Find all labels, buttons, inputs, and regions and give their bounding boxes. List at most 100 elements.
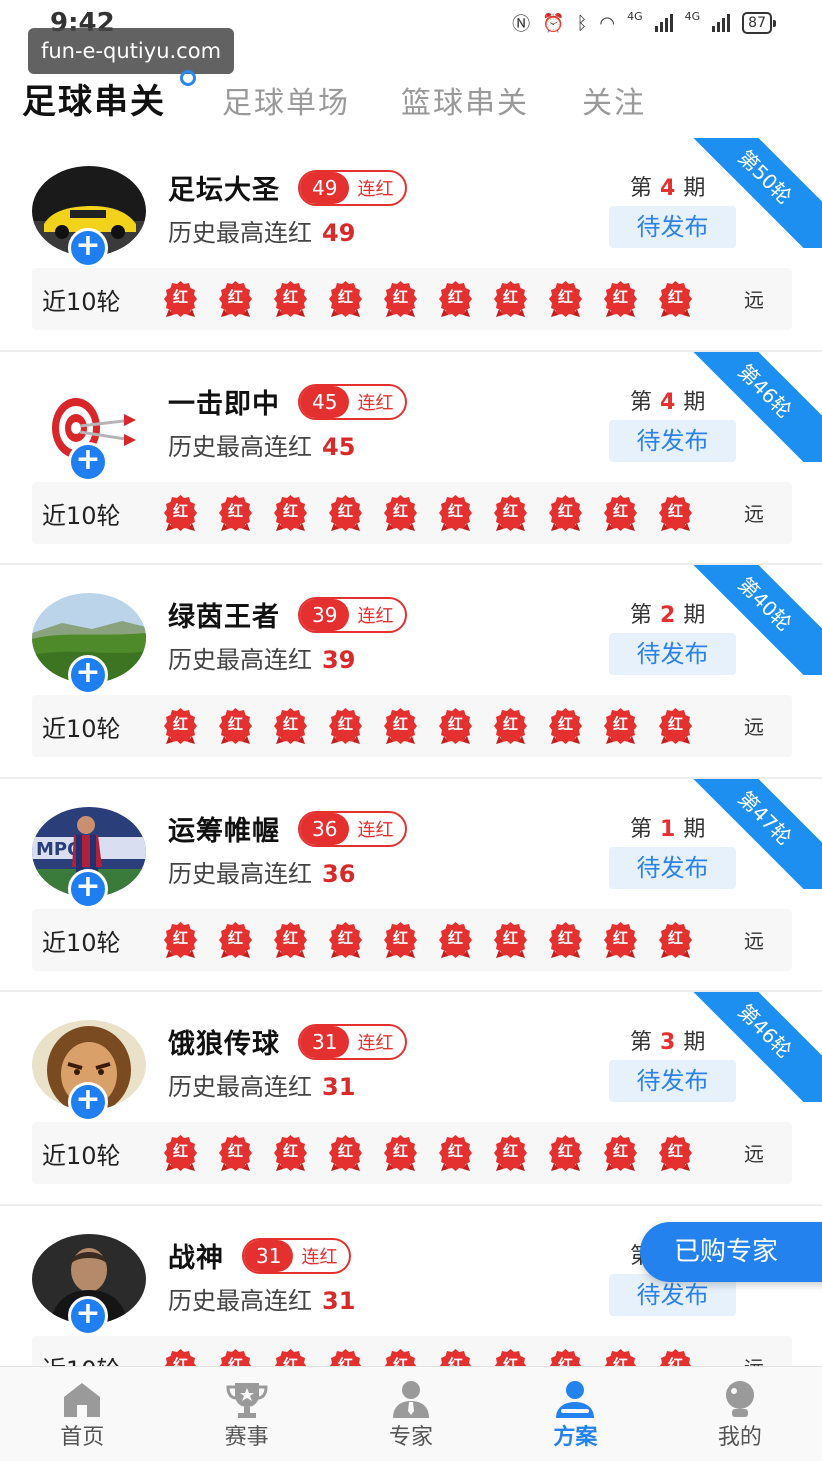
issue-value: 3: [660, 1030, 676, 1055]
tab-football-single[interactable]: 足球单场: [222, 78, 350, 122]
nav-label: 赛事: [224, 1425, 269, 1450]
result-red-badge: 红: [492, 707, 529, 745]
result-red-badge: 红: [382, 280, 419, 318]
result-red-badge: 红: [437, 280, 474, 318]
streak-badge: 45 连红: [298, 383, 408, 420]
follow-plus-button[interactable]: +: [68, 228, 108, 268]
result-red-badge: 红: [217, 707, 254, 745]
battery-icon: 87: [742, 12, 776, 34]
result-red-badge: 红: [602, 921, 639, 959]
nav-label: 专家: [389, 1425, 434, 1450]
recent-results: 红红红红红红红红红红: [162, 921, 694, 959]
result-label: 红: [557, 501, 573, 520]
round-ribbon-wrap: 第40轮: [692, 565, 822, 675]
streak-badge: 39 连红: [298, 597, 408, 633]
round-ribbon: 第46轮: [692, 992, 822, 1102]
result-label: 红: [667, 501, 683, 520]
result-label: 红: [612, 501, 628, 520]
result-red-badge: 红: [657, 494, 694, 532]
recent-rounds-row: 近10轮 红 红 红 红 红 红 红 红 红 红 远: [32, 695, 792, 757]
issue-prefix: 第: [630, 176, 653, 201]
result-red-badge: 红: [272, 707, 309, 745]
recent-rounds-row: 近10轮 红 红 红 红 红 红 红 红 红 红 远: [32, 908, 792, 971]
history-label: 历史最高连红: [168, 1286, 312, 1315]
result-label: 红: [337, 501, 353, 520]
result-red-badge: 红: [162, 280, 199, 318]
round-ribbon-wrap: 第47轮: [692, 778, 822, 889]
wifi-icon: ◠: [599, 12, 616, 34]
follow-plus-button[interactable]: +: [68, 1082, 108, 1122]
recent-rounds-row: 近10轮 红 红 红 红 红 红 红 红 红 红 远: [32, 481, 792, 544]
result-label: 红: [337, 928, 353, 947]
tab-basketball-parlay[interactable]: 篮球串关: [401, 78, 529, 122]
issue-prefix: 第: [630, 389, 653, 415]
round-ribbon-wrap: 第46轮: [692, 351, 822, 462]
expert-name: 战神: [168, 1242, 224, 1274]
expert-card[interactable]: + 一击即中 45 连红 历史最高连红 45 第 4 期待发布 第46轮 近10轮红红红红红红红红红…: [0, 351, 822, 565]
result-label: 红: [502, 288, 518, 306]
result-label: 红: [282, 715, 298, 733]
result-label: 红: [557, 928, 573, 947]
nav-experts[interactable]: 专家: [329, 1367, 493, 1461]
expert-card[interactable]: + 足坛大圣 49 连红 历史最高连红 49 第 4 期待发布 第50轮 近10轮红红红红红红红红红…: [0, 138, 822, 352]
result-red-badge: 红: [162, 921, 199, 959]
round-ribbon: 第47轮: [692, 778, 822, 889]
result-red-badge: 红: [272, 1134, 309, 1172]
tab-football-parlay[interactable]: 足球串关: [22, 74, 166, 123]
result-red-badge: 红: [272, 494, 309, 532]
result-label: 红: [172, 928, 188, 947]
far-label: 远: [744, 1142, 764, 1166]
history-label: 历史最高连红: [168, 219, 312, 247]
result-red-badge: 红: [382, 1134, 419, 1172]
result-red-badge: 红: [437, 494, 474, 532]
result-red-badge: 红: [657, 707, 694, 745]
result-label: 红: [392, 288, 408, 306]
expert-card[interactable]: + 饿狼传球 31 连红 历史最高连红 31 第 3 期待发布 第46轮 近10轮红红红红红红红红红…: [0, 992, 822, 1206]
follow-plus-button[interactable]: +: [68, 655, 108, 695]
far-label: 远: [744, 928, 764, 953]
result-label: 红: [172, 501, 188, 520]
round-ribbon: 第40轮: [692, 565, 822, 675]
expert-card[interactable]: + 绿茵王者 39 连红 历史最高连红 39 第 2 期待发布 第40轮 近10轮红红红红红红红红红…: [0, 565, 822, 779]
result-label: 红: [502, 1142, 518, 1160]
result-label: 红: [282, 1142, 298, 1160]
nav-profile[interactable]: 我的: [658, 1367, 822, 1461]
far-label: 远: [744, 501, 764, 526]
expert-card[interactable]: MPOA + 运筹帷幄 36 连红 历史最高连红 36 第 1 期待发布 第47轮 近10轮红红红红红…: [0, 778, 822, 992]
nav-plans[interactable]: 方案: [493, 1367, 657, 1461]
expert-name: 足坛大圣: [168, 175, 280, 206]
recent-results: 红红红红红红红红红红: [162, 494, 694, 532]
history-value: 36: [322, 859, 356, 888]
plan-icon: [556, 1381, 595, 1418]
purchased-experts-button[interactable]: 已购专家: [640, 1222, 822, 1282]
nav-home[interactable]: 首页: [0, 1367, 164, 1461]
result-red-badge: 红: [162, 707, 199, 745]
round-ribbon-wrap: 第46轮: [692, 992, 822, 1102]
streak-count: 39: [300, 599, 350, 631]
nav-events[interactable]: 赛事: [164, 1367, 328, 1461]
streak-badge: 36 连红: [298, 810, 408, 847]
result-label: 红: [392, 928, 408, 947]
follow-plus-button[interactable]: +: [68, 868, 108, 909]
round-ribbon-wrap: 第50轮: [692, 138, 822, 248]
result-label: 红: [557, 288, 573, 306]
follow-plus-button[interactable]: +: [68, 1295, 108, 1336]
result-red-badge: 红: [547, 280, 584, 318]
history-value: 31: [322, 1073, 356, 1101]
result-red-badge: 红: [217, 280, 254, 318]
streak-badge: 31 连红: [242, 1237, 352, 1274]
streak-count: 36: [300, 812, 350, 845]
result-red-badge: 红: [162, 1134, 199, 1172]
streak-count: 31: [244, 1239, 294, 1272]
expert-name: 绿茵王者: [168, 602, 280, 633]
result-label: 红: [392, 501, 408, 520]
expert-name: 一击即中: [168, 388, 280, 420]
history-value: 49: [322, 219, 356, 247]
watermark: fun-e-qutiyu.com: [28, 28, 234, 74]
result-red-badge: 红: [492, 1134, 529, 1172]
result-red-badge: 红: [547, 707, 584, 745]
result-label: 红: [447, 715, 463, 733]
result-red-badge: 红: [492, 921, 529, 959]
follow-plus-button[interactable]: +: [68, 441, 108, 482]
tab-follow[interactable]: 关注: [582, 78, 646, 122]
